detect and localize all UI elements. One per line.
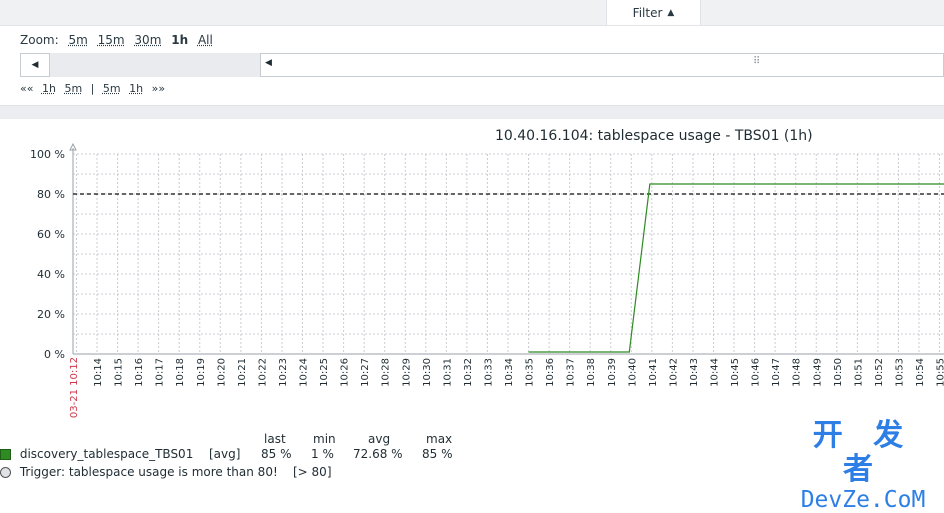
- watermark-line1: 开 发 者: [788, 419, 938, 487]
- legend-series-row: discovery_tablespace_TBS01 [avg] 85 % 1 …: [0, 447, 193, 461]
- x-tick-label: 10:50: [833, 358, 844, 387]
- x-tick-label: 10:16: [134, 358, 145, 387]
- x-tick-label: 10:28: [381, 358, 392, 387]
- scroll-track[interactable]: [50, 53, 260, 77]
- y-tick-label: 80 %: [37, 188, 65, 201]
- legend-header-avg: avg: [368, 432, 390, 446]
- y-tick-label: 60 %: [37, 228, 65, 241]
- x-tick-label: 10:40: [627, 358, 638, 387]
- legend-trigger-value: [> 80]: [293, 465, 332, 479]
- top-strip: [0, 0, 944, 26]
- nav-back-5m[interactable]: 5m: [64, 82, 82, 95]
- legend-series-name: discovery_tablespace_TBS01: [20, 447, 194, 461]
- legend-trigger-row: Trigger: tablespace usage is more than 8…: [0, 465, 278, 479]
- zoom-row: Zoom: 5m 15m 30m 1h All: [20, 33, 219, 47]
- zoom-5m-link[interactable]: 5m: [68, 33, 87, 47]
- x-tick-label: 10:52: [874, 358, 885, 387]
- filter-tab[interactable]: Filter ▲: [606, 0, 701, 25]
- x-tick-label: 10:49: [812, 358, 823, 387]
- series-color-swatch: [0, 449, 11, 460]
- caret-up-icon: ▲: [667, 8, 674, 18]
- x-tick-label: 10:24: [299, 358, 310, 387]
- x-tick-label: 10:26: [340, 358, 351, 387]
- legend-series-last: 85 %: [261, 447, 292, 461]
- y-tick-label: 40 %: [37, 268, 65, 281]
- legend-header-last: last: [264, 432, 286, 446]
- y-tick-label: 20 %: [37, 308, 65, 321]
- zoom-30m-link[interactable]: 30m: [134, 33, 161, 47]
- x-tick-label: 10:20: [216, 358, 227, 387]
- nav-fwd-all[interactable]: »»: [152, 82, 165, 95]
- x-tick-label: 10:48: [792, 358, 803, 387]
- grip-icon[interactable]: ⠿: [753, 56, 759, 67]
- x-tick-label: 10:46: [751, 358, 762, 387]
- watermark-logo: 开 发 者 DevZe.CoM: [788, 419, 938, 513]
- legend-series-avg: 72.68 %: [353, 447, 403, 461]
- legend-series-func: [avg]: [209, 447, 240, 461]
- x-tick-label: 10:29: [401, 358, 412, 387]
- x-tick-label: 10:30: [422, 358, 433, 387]
- x-tick-label: 10:23: [278, 358, 289, 387]
- zoom-label: Zoom:: [20, 33, 59, 47]
- x-tick-label: 10:55: [936, 358, 944, 387]
- left-arrow-icon: ◀: [32, 60, 39, 70]
- x-tick-label: 10:21: [237, 358, 248, 387]
- x-tick-label: 10:33: [483, 358, 494, 387]
- nav-divider: |: [91, 82, 95, 95]
- x-tick-label: 10:18: [175, 358, 186, 387]
- x-tick-label: 10:34: [504, 358, 515, 387]
- x-tick-label: 10:35: [525, 358, 536, 387]
- x-tick-label: 10:54: [915, 358, 926, 387]
- x-tick-label: 10:43: [689, 358, 700, 387]
- x-tick-label: 10:45: [730, 358, 741, 387]
- x-tick-label: 10:17: [155, 358, 166, 387]
- x-tick-label: 10:36: [545, 358, 556, 387]
- legend-trigger-text: Trigger: tablespace usage is more than 8…: [20, 465, 278, 479]
- nav-fwd-5m[interactable]: 5m: [103, 82, 121, 95]
- zoom-15m-link[interactable]: 15m: [98, 33, 125, 47]
- x-tick-label: 10:22: [257, 358, 268, 387]
- graph-canvas: 100 % 80 % 60 % 40 % 20 % 0 % 03-21 10:12 10:14…: [0, 140, 944, 430]
- x-tick-label: 10:19: [196, 358, 207, 387]
- trigger-dot-icon: [0, 467, 11, 478]
- legend-header-min: min: [313, 432, 336, 446]
- x-tick-label: 10:25: [319, 358, 330, 387]
- scroll-left-button[interactable]: ◀: [20, 53, 50, 77]
- x-tick-label: 10:42: [668, 358, 679, 387]
- legend-series-max: 85 %: [422, 447, 453, 461]
- series-line: [529, 184, 944, 352]
- x-tick-label: 10:15: [114, 358, 125, 387]
- legend-series-min: 1 %: [311, 447, 334, 461]
- x-tick-label: 10:38: [586, 358, 597, 387]
- x-tick-label: 10:31: [442, 358, 453, 387]
- y-tick-label: 100 %: [30, 148, 65, 161]
- nav-fwd-1h[interactable]: 1h: [129, 82, 143, 95]
- x-tick-label: 10:44: [710, 358, 721, 387]
- x-tick-label: 10:41: [648, 358, 659, 387]
- x-tick-label: 10:27: [360, 358, 371, 387]
- nav-back-1h[interactable]: 1h: [42, 82, 56, 95]
- period-nav: «« 1h 5m | 5m 1h »»: [20, 82, 170, 95]
- filter-label: Filter: [633, 6, 663, 20]
- x-tick-label: 10:37: [566, 358, 577, 387]
- x-tick-label: 10:32: [463, 358, 474, 387]
- x-start-label: 03-21 10:12: [69, 357, 80, 418]
- watermark-line2: DevZe.CoM: [788, 487, 938, 513]
- y-tick-label: 0 %: [44, 348, 65, 361]
- x-tick-label: 10:14: [93, 358, 104, 387]
- x-tick-label: 10:53: [894, 358, 905, 387]
- scroll-thumb[interactable]: ◀ ⠿: [260, 53, 944, 77]
- x-tick-label: 10:51: [853, 358, 864, 387]
- x-tick-label: 10:47: [771, 358, 782, 387]
- zoom-all-link[interactable]: All: [198, 33, 213, 47]
- legend-header-max: max: [426, 432, 452, 446]
- nav-back-all[interactable]: ««: [20, 82, 33, 95]
- left-arrow-icon[interactable]: ◀: [265, 58, 272, 68]
- zoom-1h-link[interactable]: 1h: [171, 33, 188, 47]
- x-tick-label: 10:39: [607, 358, 618, 387]
- period-scrollbar[interactable]: ◀ ◀ ⠿: [20, 53, 944, 77]
- section-divider: [0, 105, 944, 119]
